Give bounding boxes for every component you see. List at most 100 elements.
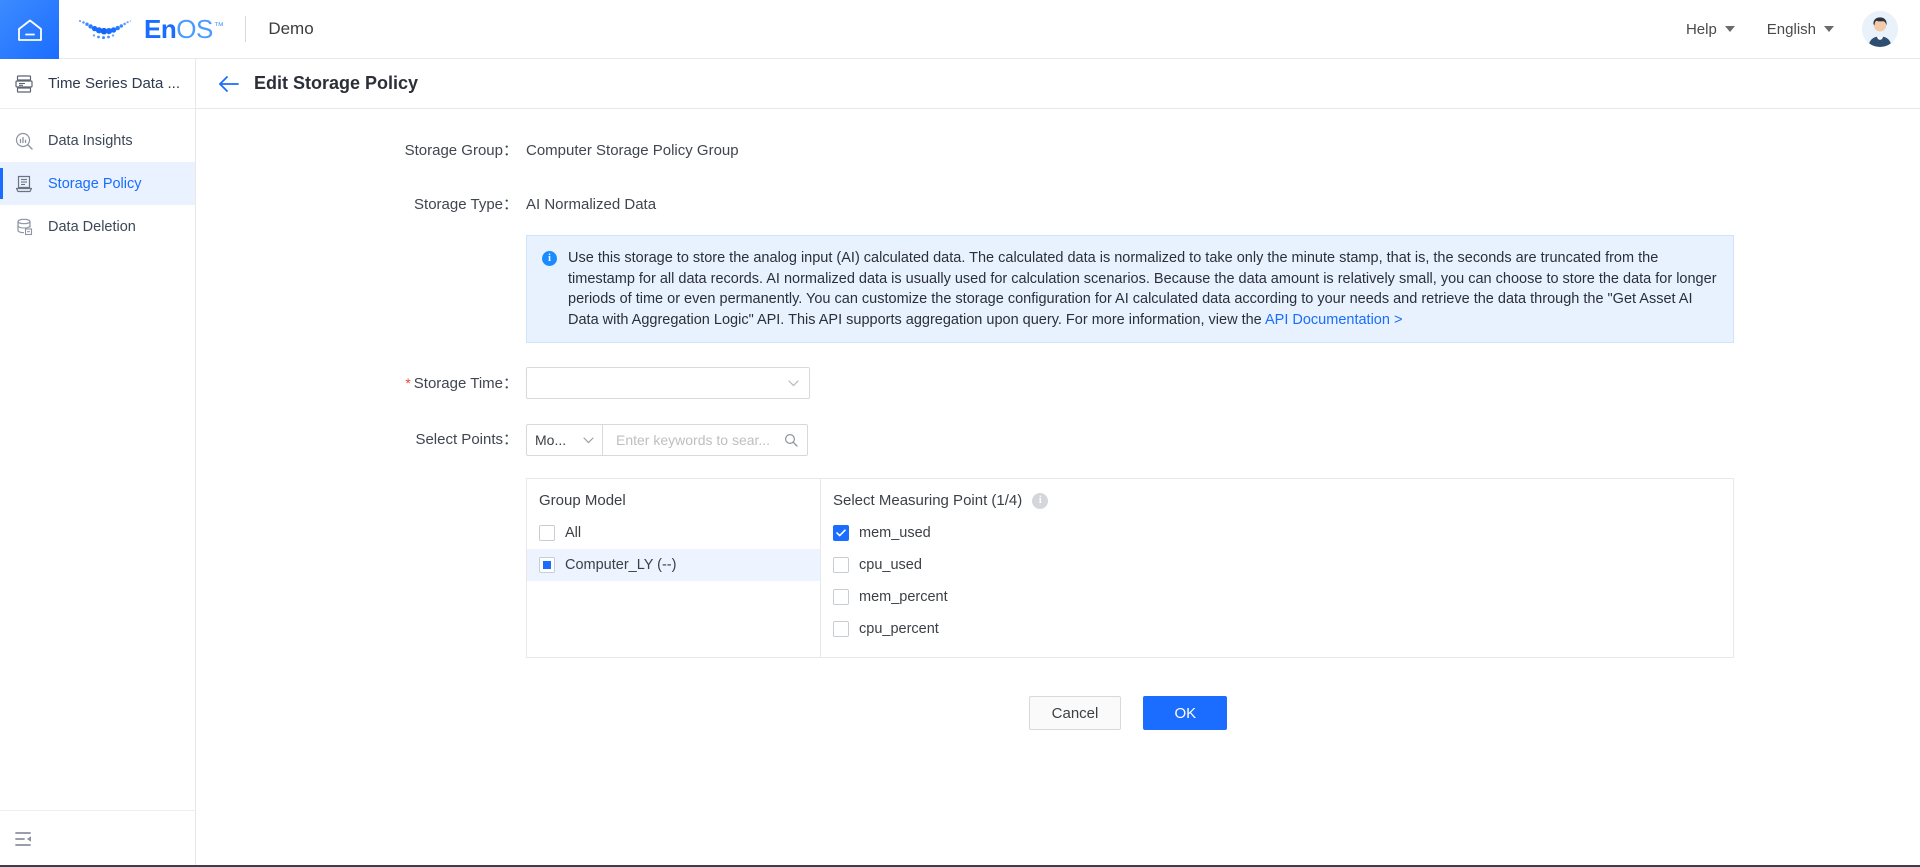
checkbox-unchecked-icon[interactable] xyxy=(833,621,849,637)
checkbox-checked-icon[interactable] xyxy=(833,525,849,541)
tenant-name: Demo xyxy=(268,19,314,38)
info-banner-wrap: i Use this storage to store the analog i… xyxy=(196,235,1920,343)
points-search-box[interactable] xyxy=(602,424,808,456)
brand-area: En OS ™ Demo xyxy=(59,0,314,58)
select-points-label: Select Points： xyxy=(415,431,518,448)
sidebar-item-data-insights[interactable]: Data Insights xyxy=(0,119,195,162)
application-root: En OS ™ Demo Help English Time Series Da… xyxy=(0,0,1920,867)
logo-os-text: OS xyxy=(176,13,213,44)
brand-separator xyxy=(245,16,247,42)
collapse-sidebar-icon[interactable] xyxy=(14,830,34,848)
checkbox-unchecked-icon[interactable] xyxy=(833,557,849,573)
search-icon[interactable] xyxy=(784,433,798,447)
checkbox-indeterminate-icon[interactable] xyxy=(539,557,555,573)
main-content: Edit Storage Policy Storage Group： Compu… xyxy=(196,59,1920,867)
ok-button[interactable]: OK xyxy=(1143,696,1228,730)
measuring-points-title: Select Measuring Point (1/4) xyxy=(833,492,1023,509)
checkbox-unchecked-icon[interactable] xyxy=(539,525,555,541)
select-points-row: Select Points： Mo... xyxy=(196,424,1920,456)
home-button[interactable] xyxy=(0,0,59,59)
info-banner-text: Use this storage to store the analog inp… xyxy=(568,248,1717,330)
form-content: Storage Group： Computer Storage Policy G… xyxy=(196,109,1920,867)
storage-type-row: Storage Type： AI Normalized Data xyxy=(196,189,1920,221)
sidebar-item-label: Data Insights xyxy=(48,132,133,149)
chevron-down-icon xyxy=(1824,26,1834,32)
indeterminate-square xyxy=(543,561,551,569)
sidebar-item-data-deletion[interactable]: Data Deletion xyxy=(0,205,195,248)
insights-icon xyxy=(15,132,33,150)
info-icon[interactable]: i xyxy=(1032,492,1049,509)
measuring-points-title-row: Select Measuring Point (1/4) i xyxy=(821,492,1733,517)
storage-time-label-text: Storage Time： xyxy=(413,375,518,392)
measuring-point-label: cpu_used xyxy=(859,557,922,573)
points-mode-select[interactable]: Mo... xyxy=(526,424,602,456)
home-icon xyxy=(17,19,42,41)
transfer-panels-wrap: Group Model All Computer_LY (--) Select … xyxy=(196,478,1920,658)
storage-policy-icon xyxy=(15,175,33,192)
storage-group-value: Computer Storage Policy Group xyxy=(526,142,739,159)
sidebar-app-title: Time Series Data ... xyxy=(48,75,180,92)
measuring-points-panel: Select Measuring Point (1/4) i mem_used xyxy=(821,479,1733,657)
topbar-right-menus: Help English xyxy=(1670,0,1920,58)
sidebar-item-storage-policy[interactable]: Storage Policy xyxy=(0,162,195,205)
checkbox-unchecked-icon[interactable] xyxy=(833,589,849,605)
storage-time-label: * Storage Time： xyxy=(196,367,526,400)
info-banner: i Use this storage to store the analog i… xyxy=(526,235,1734,343)
sidebar-footer xyxy=(0,810,195,867)
group-option-label: All xyxy=(565,525,582,541)
sidebar-item-label: Data Deletion xyxy=(48,218,136,235)
sidebar-menu: Data Insights Storage Policy Data Deleti… xyxy=(0,109,195,248)
cancel-button[interactable]: Cancel xyxy=(1028,696,1122,730)
logo-tm-text: ™ xyxy=(213,20,224,32)
form-actions: Cancel OK xyxy=(196,696,1920,770)
group-option-computer-ly[interactable]: Computer_LY (--) xyxy=(527,549,820,581)
measuring-point-mem-percent[interactable]: mem_percent xyxy=(821,581,1733,613)
measuring-point-label: mem_used xyxy=(859,525,931,541)
page-header: Edit Storage Policy xyxy=(196,59,1920,109)
storage-type-value: AI Normalized Data xyxy=(526,196,657,213)
logo-en-text: En xyxy=(144,13,177,44)
select-points-controls: Mo... xyxy=(526,424,808,456)
top-bar: En OS ™ Demo Help English xyxy=(0,0,1920,59)
points-search-input[interactable] xyxy=(614,431,778,449)
measuring-point-label: cpu_percent xyxy=(859,621,939,637)
time-series-data-icon xyxy=(15,74,33,93)
sidebar-app-title-row: Time Series Data ... xyxy=(0,59,195,109)
data-deletion-icon xyxy=(17,218,33,235)
info-banner-body: Use this storage to store the analog inp… xyxy=(568,250,1717,328)
storage-group-row: Storage Group： Computer Storage Policy G… xyxy=(196,135,1920,167)
required-marker: * xyxy=(405,375,411,391)
api-documentation-link[interactable]: API Documentation > xyxy=(1265,312,1402,328)
info-icon: i xyxy=(542,251,557,266)
points-mode-value: Mo... xyxy=(535,432,567,448)
chevron-down-icon xyxy=(1724,26,1735,32)
storage-time-select[interactable] xyxy=(526,367,810,399)
back-arrow-icon[interactable] xyxy=(218,75,240,93)
storage-time-row: * Storage Time： xyxy=(196,367,1920,400)
chevron-down-icon xyxy=(583,436,594,443)
enos-logo[interactable]: En OS ™ xyxy=(77,13,224,45)
group-option-all[interactable]: All xyxy=(527,517,820,549)
help-menu[interactable]: Help xyxy=(1670,0,1751,59)
sidebar-item-label: Storage Policy xyxy=(48,175,142,192)
sidebar: Time Series Data ... Data Insights Stora… xyxy=(0,59,196,867)
measuring-point-mem-used[interactable]: mem_used xyxy=(821,517,1733,549)
group-model-title: Group Model xyxy=(539,492,626,509)
measuring-point-cpu-percent[interactable]: cpu_percent xyxy=(821,613,1733,645)
enos-wordmark: En OS ™ xyxy=(144,13,224,45)
help-menu-label: Help xyxy=(1685,20,1717,38)
storage-group-label: Storage Group： xyxy=(404,142,518,159)
group-model-panel: Group Model All Computer_LY (--) xyxy=(527,479,821,657)
chevron-down-icon xyxy=(788,379,799,386)
check-icon xyxy=(836,529,846,537)
page-title: Edit Storage Policy xyxy=(254,73,419,93)
language-menu[interactable]: English xyxy=(1751,0,1850,59)
body-container: Time Series Data ... Data Insights Stora… xyxy=(0,59,1920,867)
transfer-panels: Group Model All Computer_LY (--) Select … xyxy=(526,478,1734,658)
avatar[interactable] xyxy=(1862,11,1898,47)
measuring-point-cpu-used[interactable]: cpu_used xyxy=(821,549,1733,581)
group-option-label: Computer_LY (--) xyxy=(565,557,677,573)
storage-type-label: Storage Type： xyxy=(414,196,518,213)
enos-swoosh-icon xyxy=(78,19,132,40)
